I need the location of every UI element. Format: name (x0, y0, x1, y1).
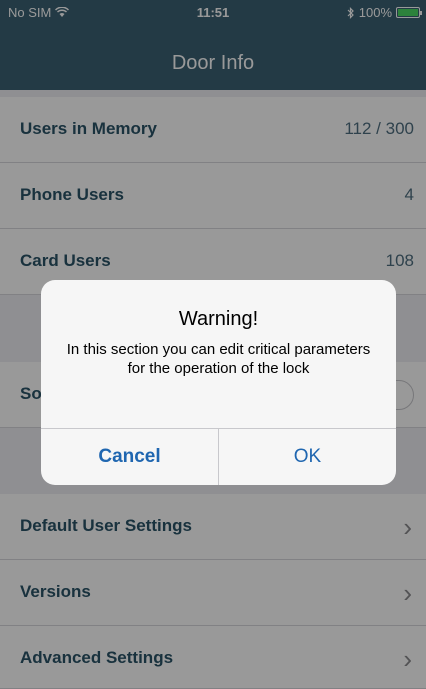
warning-alert: Warning! In this section you can edit cr… (41, 280, 396, 485)
ok-button[interactable]: OK (219, 429, 396, 485)
alert-title: Warning! (178, 308, 259, 330)
alert-message: In this section you can edit critical pa… (66, 341, 371, 377)
cancel-button[interactable]: Cancel (41, 429, 218, 485)
